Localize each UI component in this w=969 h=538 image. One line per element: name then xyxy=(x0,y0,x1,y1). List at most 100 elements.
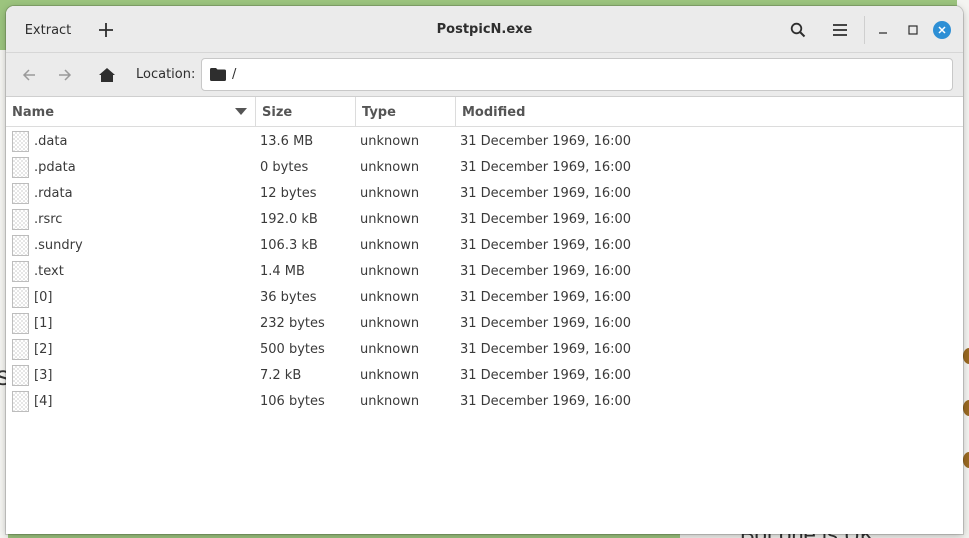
file-row[interactable]: .text 1.4 MB unknown 31 December 1969, 16:0… xyxy=(6,258,963,284)
column-size-header[interactable]: Size xyxy=(256,97,356,127)
file-size: 106.3 kB xyxy=(260,237,318,253)
sort-descending-icon xyxy=(235,108,247,115)
home-button[interactable] xyxy=(92,59,122,91)
file-modified: 31 December 1969, 16:00 xyxy=(460,185,632,201)
file-name: [0] xyxy=(34,289,53,305)
add-files-button[interactable] xyxy=(90,14,122,46)
file-icon xyxy=(12,390,29,412)
file-name: .data xyxy=(34,133,68,149)
file-size: 192.0 kB xyxy=(260,211,318,227)
arrow-right-icon xyxy=(59,69,72,81)
file-name: .rsrc xyxy=(34,211,63,227)
file-icon xyxy=(12,182,29,204)
file-modified: 31 December 1969, 16:00 xyxy=(460,367,632,383)
header-separator xyxy=(864,16,865,44)
file-icon xyxy=(12,234,29,256)
file-type: unknown xyxy=(360,237,420,253)
window-title: PostpicN.exe xyxy=(436,22,533,37)
file-size: 500 bytes xyxy=(260,341,325,357)
file-name: .text xyxy=(34,263,64,279)
location-toolbar: Location: / xyxy=(6,53,963,97)
background-dot xyxy=(963,348,969,364)
file-icon xyxy=(12,130,29,152)
column-modified-header[interactable]: Modified xyxy=(456,97,963,127)
file-modified: 31 December 1969, 16:00 xyxy=(460,393,632,409)
search-button[interactable] xyxy=(782,14,814,46)
file-name: [2] xyxy=(34,341,53,357)
file-row[interactable]: [4] 106 bytes unknown 31 December 1969, 16:… xyxy=(6,388,963,414)
main-menu-button[interactable] xyxy=(824,14,856,46)
file-row[interactable]: [1] 232 bytes unknown 31 December 1969, 16:… xyxy=(6,310,963,336)
close-button[interactable] xyxy=(933,21,951,39)
column-size-label: Size xyxy=(262,104,293,120)
file-size: 13.6 MB xyxy=(260,133,314,149)
file-icon xyxy=(12,208,29,230)
file-row[interactable]: .rdata 12 bytes unknown 31 December 1969, 1… xyxy=(6,180,963,206)
file-name: [1] xyxy=(34,315,53,331)
forward-button[interactable] xyxy=(50,59,80,91)
plus-icon xyxy=(99,23,113,37)
location-field[interactable]: / xyxy=(201,58,953,91)
file-row[interactable]: .sundry 106.3 kB unknown 31 December 1969, … xyxy=(6,232,963,258)
file-modified: 31 December 1969, 16:00 xyxy=(460,237,632,253)
file-type: unknown xyxy=(360,393,420,409)
file-row[interactable]: [3] 7.2 kB unknown 31 December 1969, 16:00 xyxy=(6,362,963,388)
file-icon xyxy=(12,364,29,386)
file-size: 7.2 kB xyxy=(260,367,302,383)
file-row[interactable]: .pdata 0 bytes unknown 31 December 1969, 16… xyxy=(6,154,963,180)
file-name: .rdata xyxy=(34,185,73,201)
file-icon xyxy=(12,156,29,178)
location-value: / xyxy=(232,67,237,82)
file-name: .pdata xyxy=(34,159,76,175)
file-type: unknown xyxy=(360,159,420,175)
file-size: 36 bytes xyxy=(260,289,317,305)
search-icon xyxy=(790,22,806,38)
column-type-header[interactable]: Type xyxy=(356,97,456,127)
file-modified: 31 December 1969, 16:00 xyxy=(460,289,632,305)
folder-icon xyxy=(210,68,226,81)
maximize-icon xyxy=(908,25,918,35)
file-type: unknown xyxy=(360,315,420,331)
file-size: 0 bytes xyxy=(260,159,309,175)
column-header: Name Size Type Modified xyxy=(6,97,963,127)
hamburger-menu-icon xyxy=(833,24,847,36)
file-icon xyxy=(12,312,29,334)
file-modified: 31 December 1969, 16:00 xyxy=(460,315,632,331)
column-modified-label: Modified xyxy=(462,104,526,120)
archive-manager-window: PostpicN.exe Extract Location: / Name Si… xyxy=(6,6,963,534)
file-type: unknown xyxy=(360,367,420,383)
home-icon xyxy=(99,68,115,82)
column-name-label: Name xyxy=(12,104,55,120)
file-icon xyxy=(12,260,29,282)
extract-button[interactable]: Extract xyxy=(14,14,82,46)
file-size: 106 bytes xyxy=(260,393,325,409)
file-row[interactable]: .data 13.6 MB unknown 31 December 1969, 16:… xyxy=(6,128,963,154)
file-list: .data 13.6 MB unknown 31 December 1969, 16:… xyxy=(6,127,963,414)
close-icon xyxy=(938,26,946,34)
file-name: [3] xyxy=(34,367,53,383)
file-type: unknown xyxy=(360,341,420,357)
file-icon xyxy=(12,338,29,360)
file-icon xyxy=(12,286,29,308)
file-modified: 31 December 1969, 16:00 xyxy=(460,133,632,149)
file-size: 232 bytes xyxy=(260,315,325,331)
file-row[interactable]: [2] 500 bytes unknown 31 December 1969, 16:… xyxy=(6,336,963,362)
file-name: .sundry xyxy=(34,237,83,253)
file-row[interactable]: .rsrc 192.0 kB unknown 31 December 1969, 16… xyxy=(6,206,963,232)
column-name-header[interactable]: Name xyxy=(6,97,256,127)
window-title-container: PostpicN.exe xyxy=(6,6,963,53)
background-dot xyxy=(963,452,969,468)
file-type: unknown xyxy=(360,211,420,227)
file-modified: 31 December 1969, 16:00 xyxy=(460,211,632,227)
maximize-button[interactable] xyxy=(902,14,924,46)
file-modified: 31 December 1969, 16:00 xyxy=(460,263,632,279)
file-type: unknown xyxy=(360,133,420,149)
file-row[interactable]: [0] 36 bytes unknown 31 December 1969, 16:0… xyxy=(6,284,963,310)
minimize-button[interactable] xyxy=(872,14,894,46)
file-name: [4] xyxy=(34,393,53,409)
file-type: unknown xyxy=(360,185,420,201)
file-type: unknown xyxy=(360,263,420,279)
file-type: unknown xyxy=(360,289,420,305)
file-size: 12 bytes xyxy=(260,185,317,201)
back-button[interactable] xyxy=(14,59,44,91)
